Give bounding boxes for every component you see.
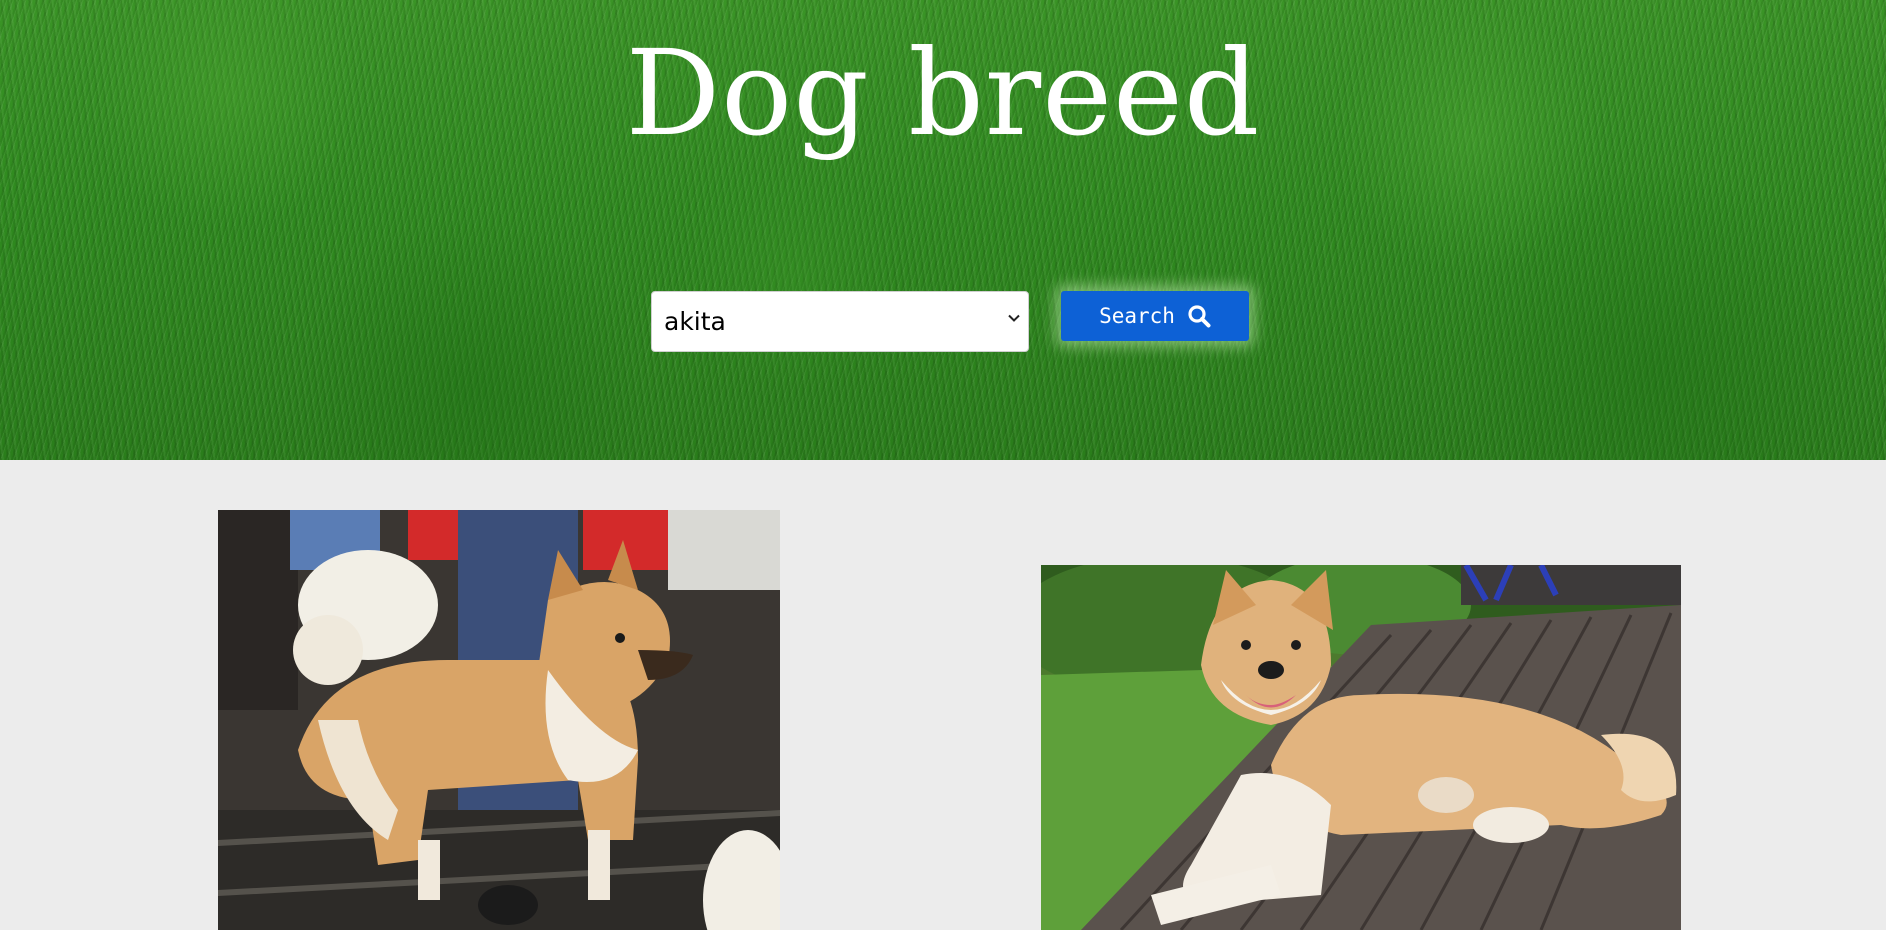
search-button[interactable]: Search xyxy=(1061,291,1249,341)
page-title: Dog breed xyxy=(625,24,1261,162)
search-button-label: Search xyxy=(1099,304,1175,328)
breed-select[interactable]: akita xyxy=(651,291,1029,352)
search-icon xyxy=(1187,304,1211,328)
hero-header: Dog breed akita Search xyxy=(0,0,1886,460)
dog-photo xyxy=(1041,565,1681,930)
dog-photo xyxy=(218,510,780,930)
